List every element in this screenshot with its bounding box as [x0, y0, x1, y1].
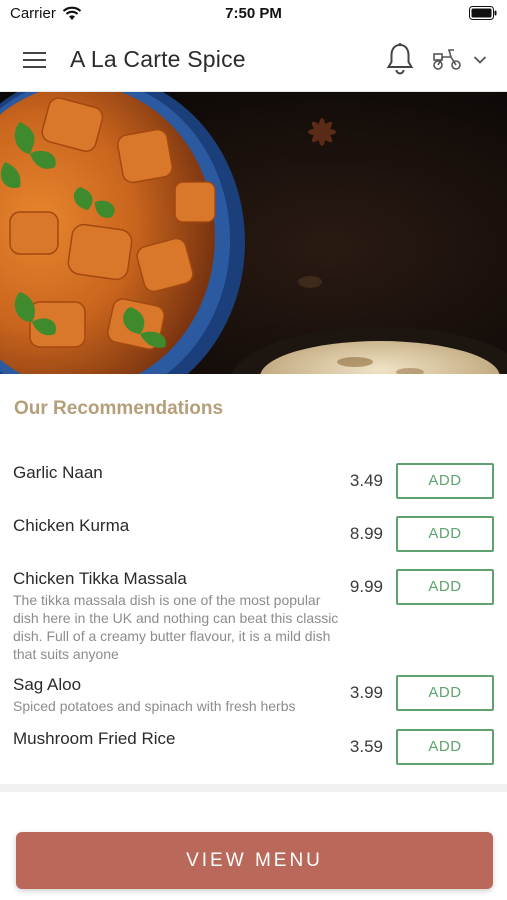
add-button[interactable]: ADD: [396, 569, 494, 605]
hero-image: [0, 92, 507, 374]
item-description: Spiced potatoes and spinach with fresh h…: [13, 698, 296, 714]
item-description: The tikka massala dish is one of the mos…: [13, 592, 339, 662]
item-price: 9.99: [349, 577, 383, 596]
app-title: A La Carte Spice: [70, 46, 246, 72]
view-menu-button[interactable]: VIEW MENU: [16, 832, 493, 889]
item-name: Chicken Tikka Massala: [13, 569, 187, 588]
scooter-icon: [433, 49, 461, 70]
hamburger-icon[interactable]: [22, 48, 48, 72]
app-header: A La Carte Spice: [0, 28, 507, 92]
chevron-down-icon: [473, 56, 487, 64]
item-price: 3.99: [349, 683, 383, 702]
section-divider: [0, 784, 507, 792]
item-price: 3.59: [349, 737, 383, 756]
item-name: Sag Aloo: [13, 675, 82, 694]
status-bar: Carrier 7:50 PM: [0, 0, 507, 28]
bell-icon[interactable]: [386, 42, 414, 76]
add-button[interactable]: ADD: [396, 729, 494, 765]
item-name: Mushroom Fried Rice: [13, 729, 176, 748]
add-button[interactable]: ADD: [396, 463, 494, 499]
menu-item: Chicken Tikka Massala The tikka massala …: [0, 561, 507, 665]
item-price: 3.49: [349, 471, 383, 490]
menu-item: Sag Aloo Spiced potatoes and spinach wit…: [0, 667, 507, 719]
menu-item: Chicken Kurma 8.99 ADD: [0, 508, 507, 560]
section-title-recommendations: Our Recommendations: [14, 398, 224, 419]
add-button[interactable]: ADD: [396, 675, 494, 711]
menu-item: Mushroom Fried Rice 3.59 ADD: [0, 721, 507, 773]
cta-container: VIEW MENU: [0, 820, 507, 900]
item-price: 8.99: [349, 524, 383, 543]
status-time: 7:50 PM: [225, 5, 282, 22]
add-button[interactable]: ADD: [396, 516, 494, 552]
delivery-mode-selector[interactable]: [431, 46, 491, 74]
item-name: Chicken Kurma: [13, 516, 130, 535]
menu-item: Garlic Naan 3.49 ADD: [0, 455, 507, 507]
battery-icon: [469, 6, 497, 20]
item-name: Garlic Naan: [13, 463, 103, 482]
